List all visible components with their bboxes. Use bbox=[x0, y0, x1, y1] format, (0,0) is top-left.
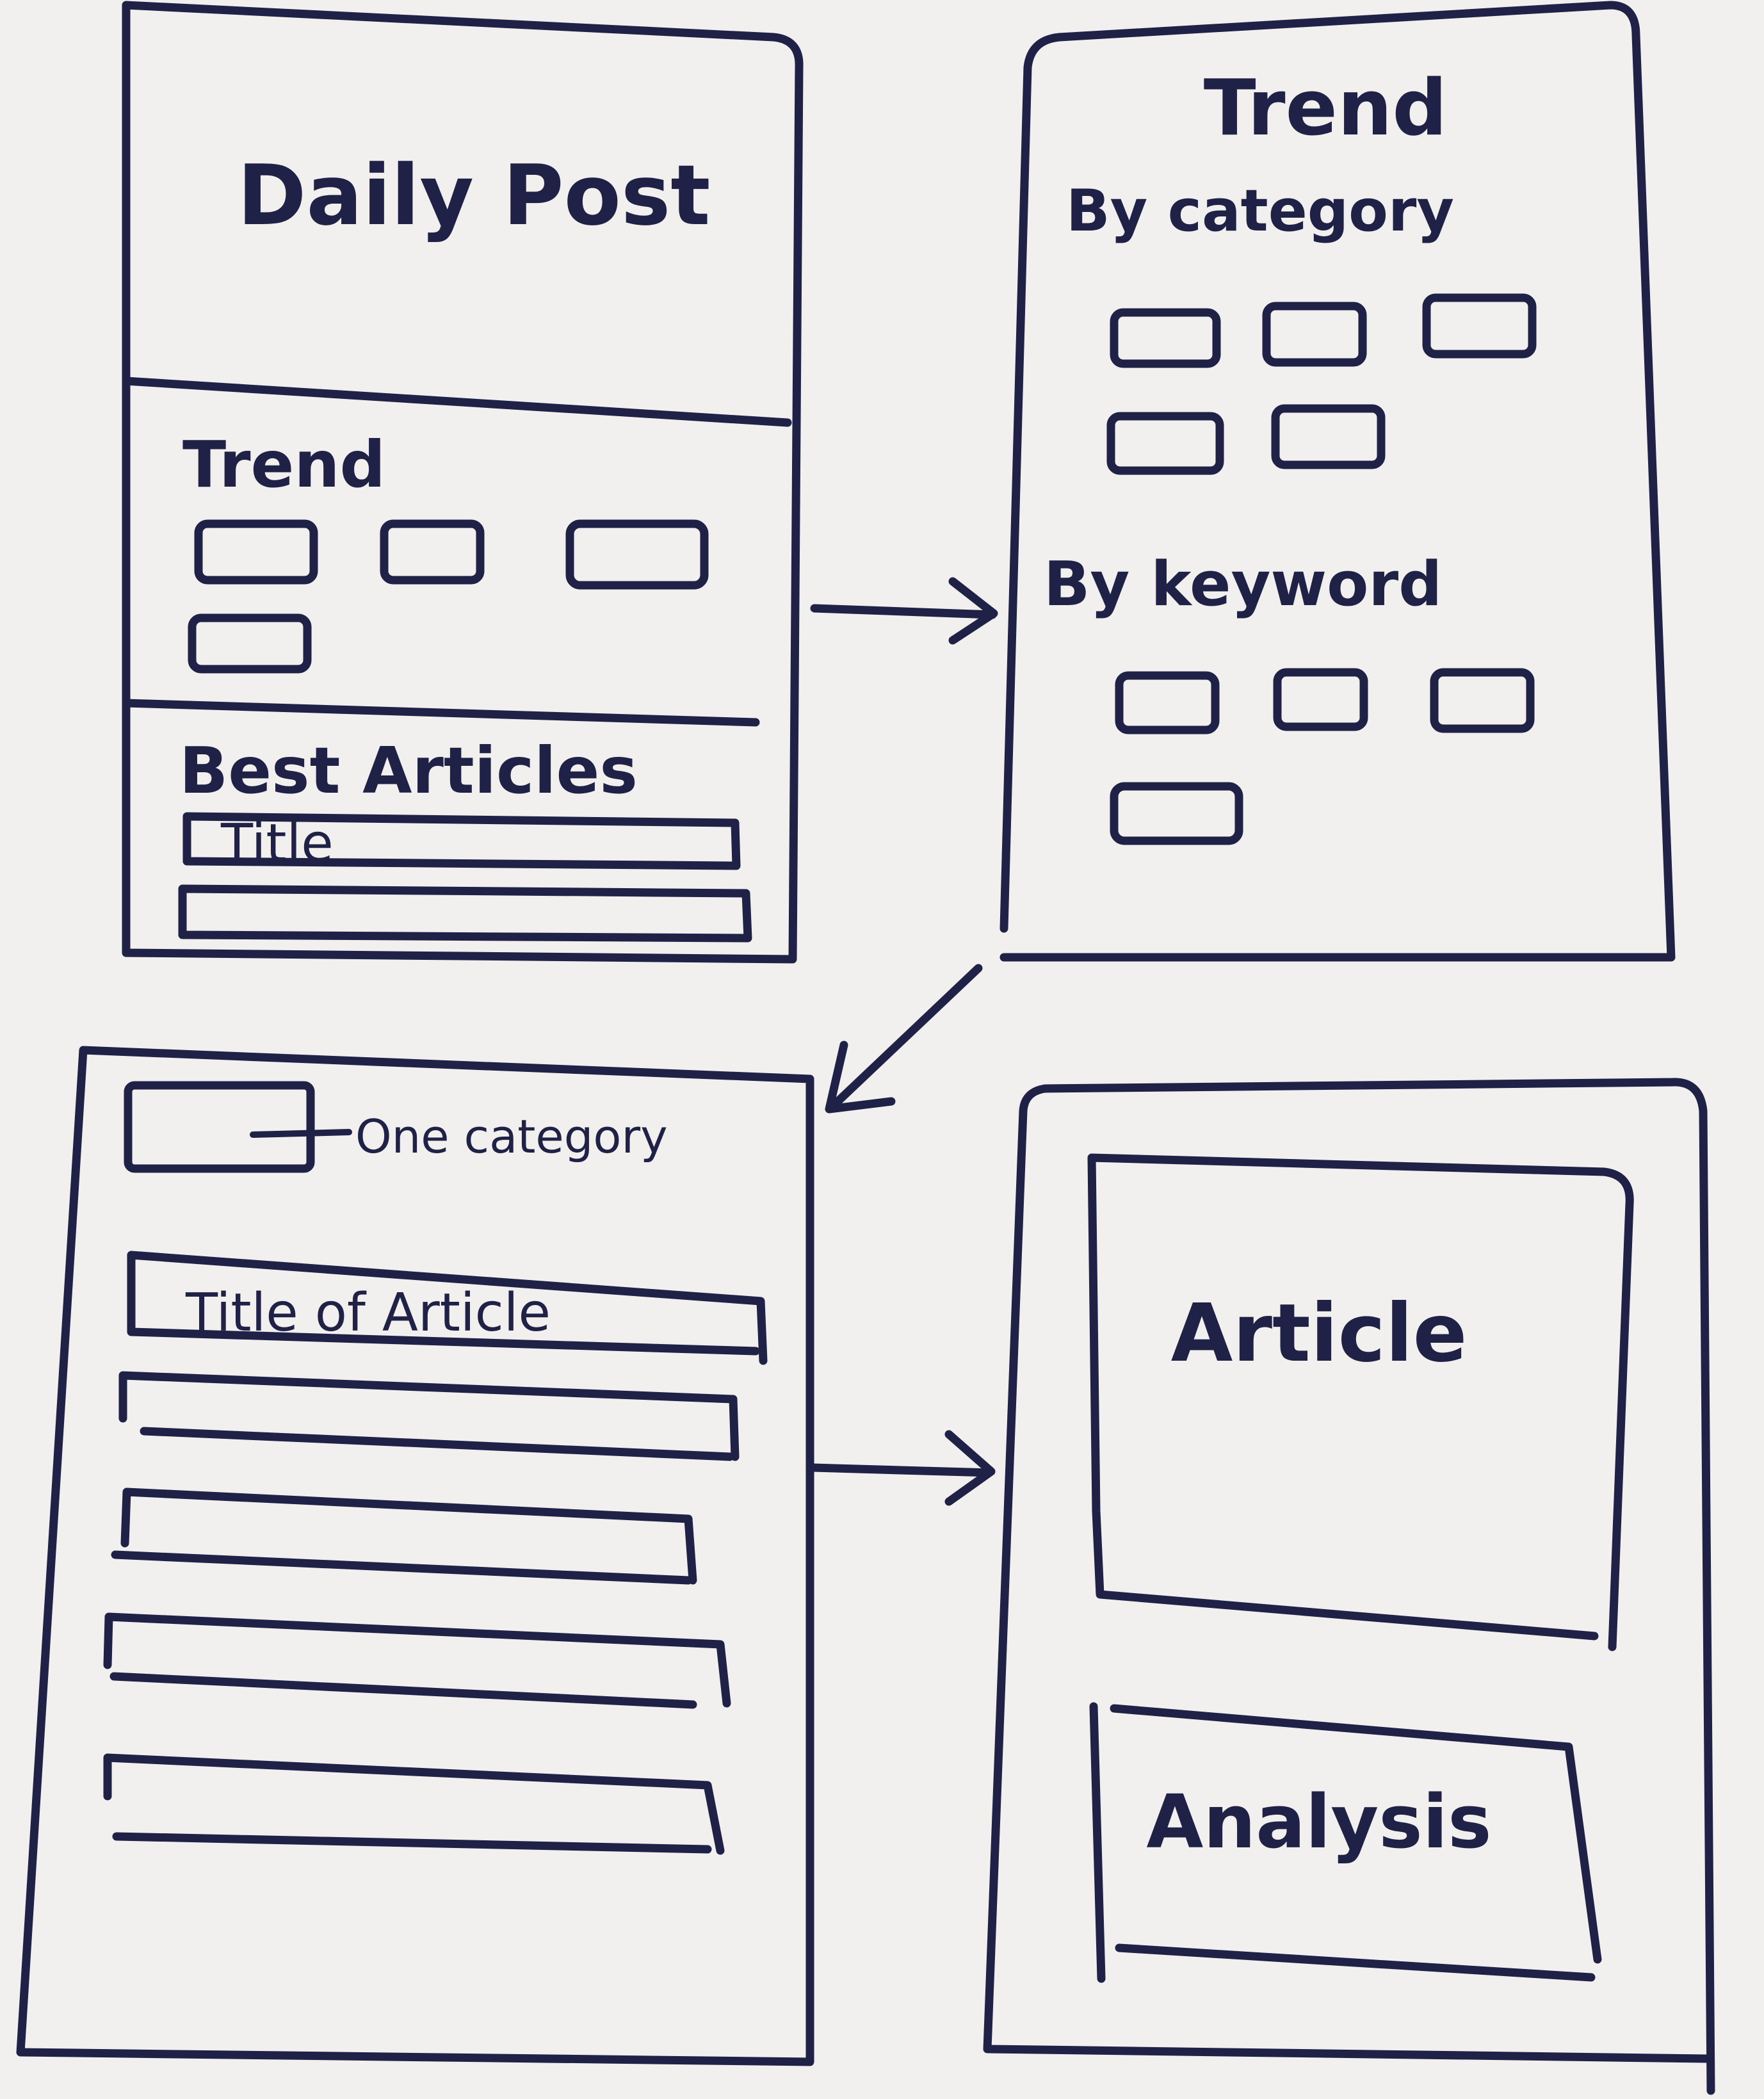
screen-home: Daily Post Trend Best Articles Title bbox=[122, 1, 804, 964]
category-chip[interactable] bbox=[1271, 404, 1386, 469]
home-header-divider bbox=[122, 377, 792, 427]
by-category-heading: By category bbox=[1066, 177, 1454, 245]
article-list-item[interactable]: Title of Article bbox=[127, 1251, 768, 1365]
by-keyword-heading: By keyword bbox=[1044, 549, 1442, 620]
keyword-chip[interactable] bbox=[1273, 668, 1368, 731]
best-article-title: Title bbox=[220, 813, 334, 874]
arrow-category-to-article bbox=[807, 1430, 996, 1506]
category-chip[interactable] bbox=[1422, 293, 1537, 359]
trend-title: Trend bbox=[1204, 64, 1448, 153]
category-chips bbox=[1106, 293, 1537, 475]
screen-article: Article Analysis bbox=[983, 1078, 1715, 2095]
home-trend-chips bbox=[188, 519, 709, 674]
article-content-panel[interactable]: Article bbox=[1087, 1153, 1634, 1651]
category-tab[interactable] bbox=[124, 1081, 315, 1173]
home-best-heading: Best Articles bbox=[179, 733, 638, 808]
home-trend-heading: Trend bbox=[182, 427, 385, 502]
keyword-chips bbox=[1110, 668, 1535, 845]
keyword-chip[interactable] bbox=[1115, 671, 1220, 734]
keyword-chip[interactable] bbox=[1110, 782, 1243, 845]
home-title: Daily Post bbox=[238, 147, 711, 244]
article-list-item[interactable] bbox=[103, 1612, 731, 1709]
trend-chip[interactable] bbox=[565, 519, 709, 590]
screen-trend: Trend By category By keyword bbox=[999, 1, 1676, 962]
home-best-divider bbox=[122, 699, 760, 727]
category-chip[interactable] bbox=[1262, 302, 1367, 367]
analysis-label: Analysis bbox=[1146, 1779, 1491, 1865]
article-list-item[interactable] bbox=[111, 1487, 697, 1585]
article-list-item[interactable] bbox=[118, 1371, 740, 1461]
category-chip[interactable] bbox=[1106, 412, 1224, 475]
article-label: Article bbox=[1171, 1287, 1468, 1380]
best-article-row[interactable]: Title bbox=[182, 812, 741, 874]
screen-category-list: One category Title of Article bbox=[16, 1046, 814, 2066]
category-chip[interactable] bbox=[1110, 308, 1221, 368]
article-list-item-title: Title of Article bbox=[185, 1283, 551, 1343]
category-annotation: One category bbox=[355, 1110, 668, 1163]
arrow-home-to-trend bbox=[810, 577, 998, 645]
best-article-row[interactable] bbox=[178, 884, 752, 943]
wireframe-sketch: Daily Post Trend Best Articles Title Tre… bbox=[0, 0, 1764, 2099]
trend-chip[interactable] bbox=[194, 519, 318, 585]
analysis-panel[interactable]: Analysis bbox=[1089, 1702, 1602, 1983]
annotation-pointer bbox=[250, 1129, 352, 1138]
keyword-chip[interactable] bbox=[1430, 668, 1535, 733]
trend-chip[interactable] bbox=[188, 613, 312, 674]
article-list-item[interactable] bbox=[103, 1753, 725, 1855]
arrow-trend-to-category bbox=[825, 964, 983, 1114]
trend-chip[interactable] bbox=[380, 519, 485, 585]
